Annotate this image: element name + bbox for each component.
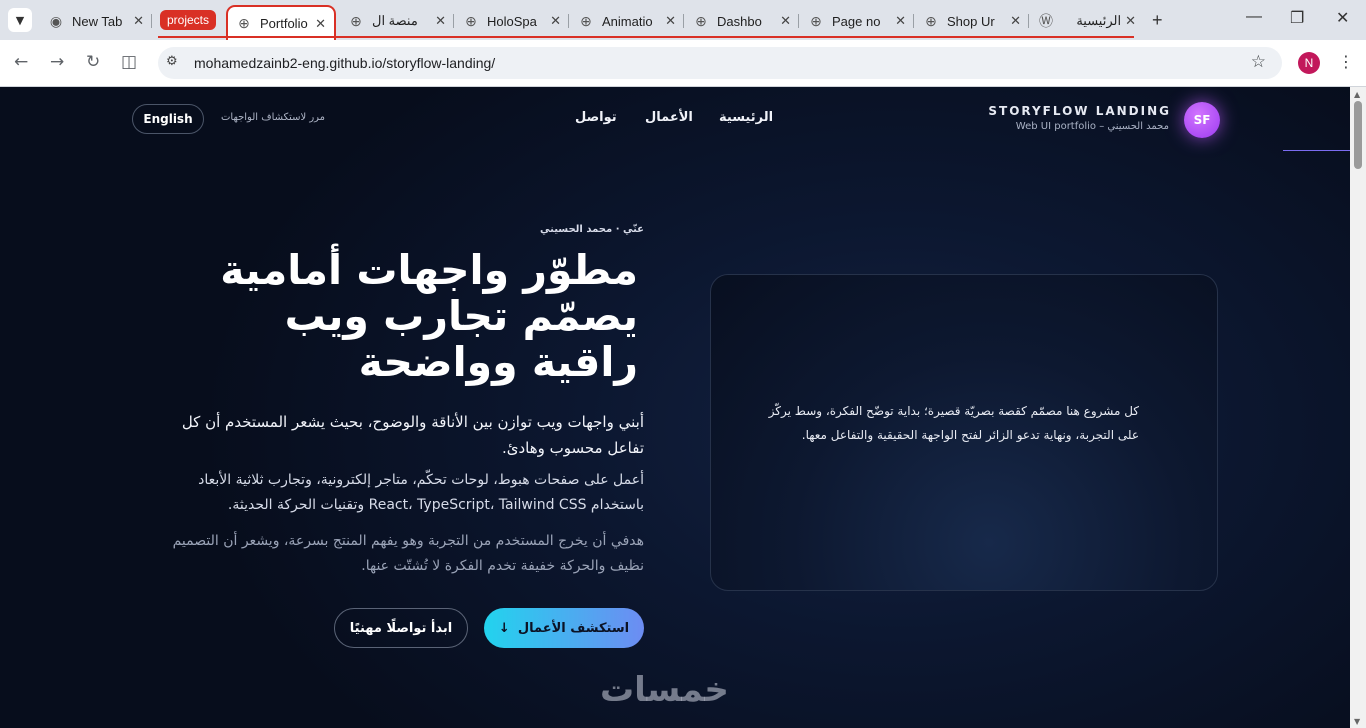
globe-icon: ⊕ [465, 12, 477, 29]
close-window-icon[interactable]: ✕ [1336, 8, 1349, 28]
explore-works-button[interactable]: استكشف الأعمال ↓ [484, 608, 644, 648]
tab-animation[interactable]: ⊕ Animatio ✕ [570, 6, 684, 36]
scroll-down-icon[interactable]: ▼ [1354, 717, 1360, 726]
tab-wordpress-home[interactable]: Ⓦ الرئيسية ✕ [1030, 6, 1144, 36]
globe-icon: ⊕ [695, 12, 707, 29]
close-icon[interactable]: ✕ [665, 13, 676, 29]
tab-group-underline [158, 36, 1134, 38]
brand-title: STORYFLOW LANDING [988, 104, 1171, 118]
chrome-icon: ◉ [49, 12, 63, 29]
browser-toolbar: ← → ↻ ◫ ⚙ mohamedzainb2-eng.github.io/st… [0, 40, 1366, 87]
more-menu-icon[interactable]: ⋮ [1338, 52, 1354, 71]
hero-eyebrow: عنّي · محمد الحسيني [540, 224, 644, 235]
close-icon[interactable]: ✕ [435, 13, 446, 29]
forward-icon[interactable]: → [50, 52, 64, 72]
watermark-logo: خمسات [600, 670, 729, 710]
explore-works-label: استكشف الأعمال [517, 620, 630, 636]
page-scrollbar[interactable]: ▲ ▼ [1350, 87, 1366, 728]
showcase-card: كل مشروع هنا مصمّم كقصة بصريّة قصيرة؛ بد… [710, 274, 1218, 591]
globe-icon: ⊕ [238, 15, 250, 31]
start-contact-button[interactable]: ابدأ تواصلًا مهنيًا [334, 608, 468, 648]
profile-avatar[interactable]: N [1298, 52, 1320, 74]
globe-icon: ⊕ [350, 12, 362, 29]
scroll-up-icon[interactable]: ▲ [1354, 90, 1360, 99]
reading-mode-icon[interactable]: ◫ [121, 52, 137, 72]
minimize-icon[interactable]: — [1246, 8, 1262, 26]
hero-paragraph-2: أعمل على صفحات هبوط، لوحات تحكّم، متاجر … [198, 472, 644, 513]
reload-icon[interactable]: ↻ [86, 52, 100, 72]
showcase-card-text: كل مشروع هنا مصمّم كقصة بصريّة قصيرة؛ بد… [768, 404, 1139, 442]
restore-icon[interactable]: ❐ [1290, 8, 1304, 28]
tab-holospace[interactable]: ⊕ HoloSpa ✕ [455, 6, 569, 36]
site-info-icon[interactable]: ⚙ [166, 54, 178, 69]
tab-page-not-found[interactable]: ⊕ Page no ✕ [800, 6, 914, 36]
tab-dashboard[interactable]: ⊕ Dashbo ✕ [685, 6, 799, 36]
globe-icon: ⊕ [810, 12, 822, 29]
close-icon[interactable]: ✕ [1010, 13, 1021, 29]
language-toggle-button[interactable]: English [132, 104, 204, 134]
wordpress-icon: Ⓦ [1039, 13, 1053, 29]
close-icon[interactable]: ✕ [780, 13, 791, 29]
close-icon[interactable]: ✕ [1125, 13, 1136, 29]
hero-paragraph-1: أبني واجهات ويب توازن بين الأناقة والوضو… [181, 413, 644, 457]
tab-platform[interactable]: ⊕ منصة ال ✕ [340, 6, 454, 36]
tab-strip: ▼ ◉ New Tab ✕ projects ⊕ Portfolio ✕ ⊕ م… [0, 0, 1366, 40]
hero-paragraph-3: هدفي أن يخرج المستخدم من التجربة وهو يفه… [172, 533, 644, 574]
tab-portfolio[interactable]: ⊕ Portfolio ✕ [226, 5, 336, 40]
hero-title: مطوّر واجهات أمامية يصمّم تجارب ويب راقي… [220, 246, 638, 386]
chevron-down-icon[interactable]: ▼ [8, 8, 32, 32]
scrollbar-thumb[interactable] [1354, 101, 1362, 169]
brand-subtitle: Web UI portfolio – محمد الحسيني [1015, 121, 1169, 132]
nav-underline [1283, 150, 1350, 151]
back-icon[interactable]: ← [14, 52, 28, 72]
close-icon[interactable]: ✕ [895, 13, 906, 29]
arrow-down-icon: ↓ [498, 620, 510, 636]
nav-home[interactable]: الرئيسية [719, 110, 773, 125]
scroll-hint: مرر لاستكشاف الواجهات [221, 112, 326, 123]
address-bar[interactable]: ⚙ mohamedzainb2-eng.github.io/storyflow-… [158, 47, 1282, 79]
url-text[interactable]: mohamedzainb2-eng.github.io/storyflow-la… [194, 55, 495, 71]
close-icon[interactable]: ✕ [315, 16, 326, 32]
tab-new-tab[interactable]: ◉ New Tab ✕ [40, 6, 152, 36]
page-viewport: SF STORYFLOW LANDING Web UI portfolio – … [0, 87, 1350, 728]
nav-contact[interactable]: تواصل [575, 110, 617, 125]
new-tab-icon[interactable]: + [1152, 10, 1163, 31]
close-icon[interactable]: ✕ [550, 13, 561, 29]
brand-avatar[interactable]: SF [1184, 102, 1220, 138]
tab-shop[interactable]: ⊕ Shop Ur ✕ [915, 6, 1029, 36]
globe-icon: ⊕ [580, 12, 592, 29]
close-icon[interactable]: ✕ [133, 13, 144, 29]
bookmark-star-icon[interactable]: ☆ [1251, 52, 1266, 72]
tab-group-label[interactable]: projects [160, 10, 217, 30]
globe-icon: ⊕ [925, 12, 937, 29]
nav-works[interactable]: الأعمال [645, 110, 693, 125]
